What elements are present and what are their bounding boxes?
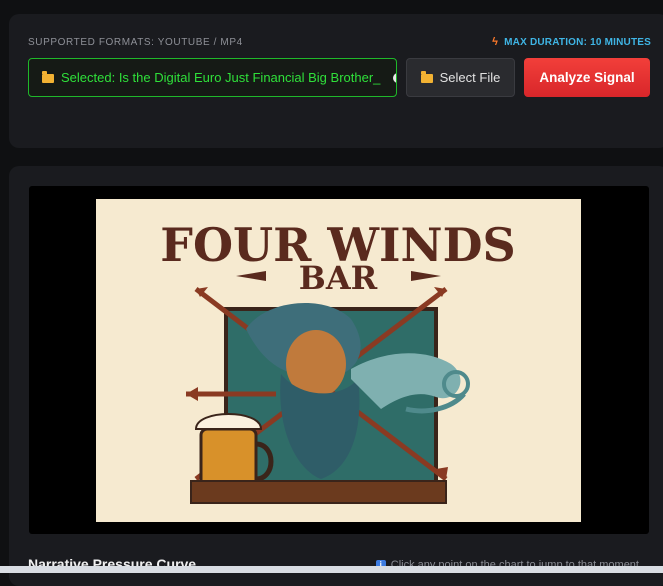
video-player[interactable]: FOUR WINDS BAR [29,186,649,534]
analyze-signal-button[interactable]: Analyze Signal [524,58,650,97]
eye-icon[interactable] [393,72,396,83]
folder-icon [420,71,433,83]
four-winds-bar-artwork: FOUR WINDS BAR [160,218,516,504]
video-thumbnail: FOUR WINDS BAR [96,199,581,522]
analysis-panel: FOUR WINDS BAR Narrative Pressure Curve … [9,166,663,586]
supported-formats-label: SUPPORTED FORMATS: YOUTUBE / MP4 [28,37,243,48]
folder-icon [42,71,54,83]
selected-file-text: Selected: Is the Digital Euro Just Finan… [61,70,381,85]
upload-panel: SUPPORTED FORMATS: YOUTUBE / MP4 ϟ MAX D… [9,14,663,148]
max-duration-text: MAX DURATION: 10 MINUTES [504,36,651,48]
poster-title-line2: BAR [299,259,378,297]
select-file-button[interactable]: Select File [406,58,515,97]
selected-file-field[interactable]: Selected: Is the Digital Euro Just Finan… [28,58,397,97]
lightning-icon: ϟ [492,36,499,48]
max-duration-label: ϟ MAX DURATION: 10 MINUTES [492,36,651,48]
bottom-strip [0,566,663,573]
select-file-label: Select File [439,70,501,85]
